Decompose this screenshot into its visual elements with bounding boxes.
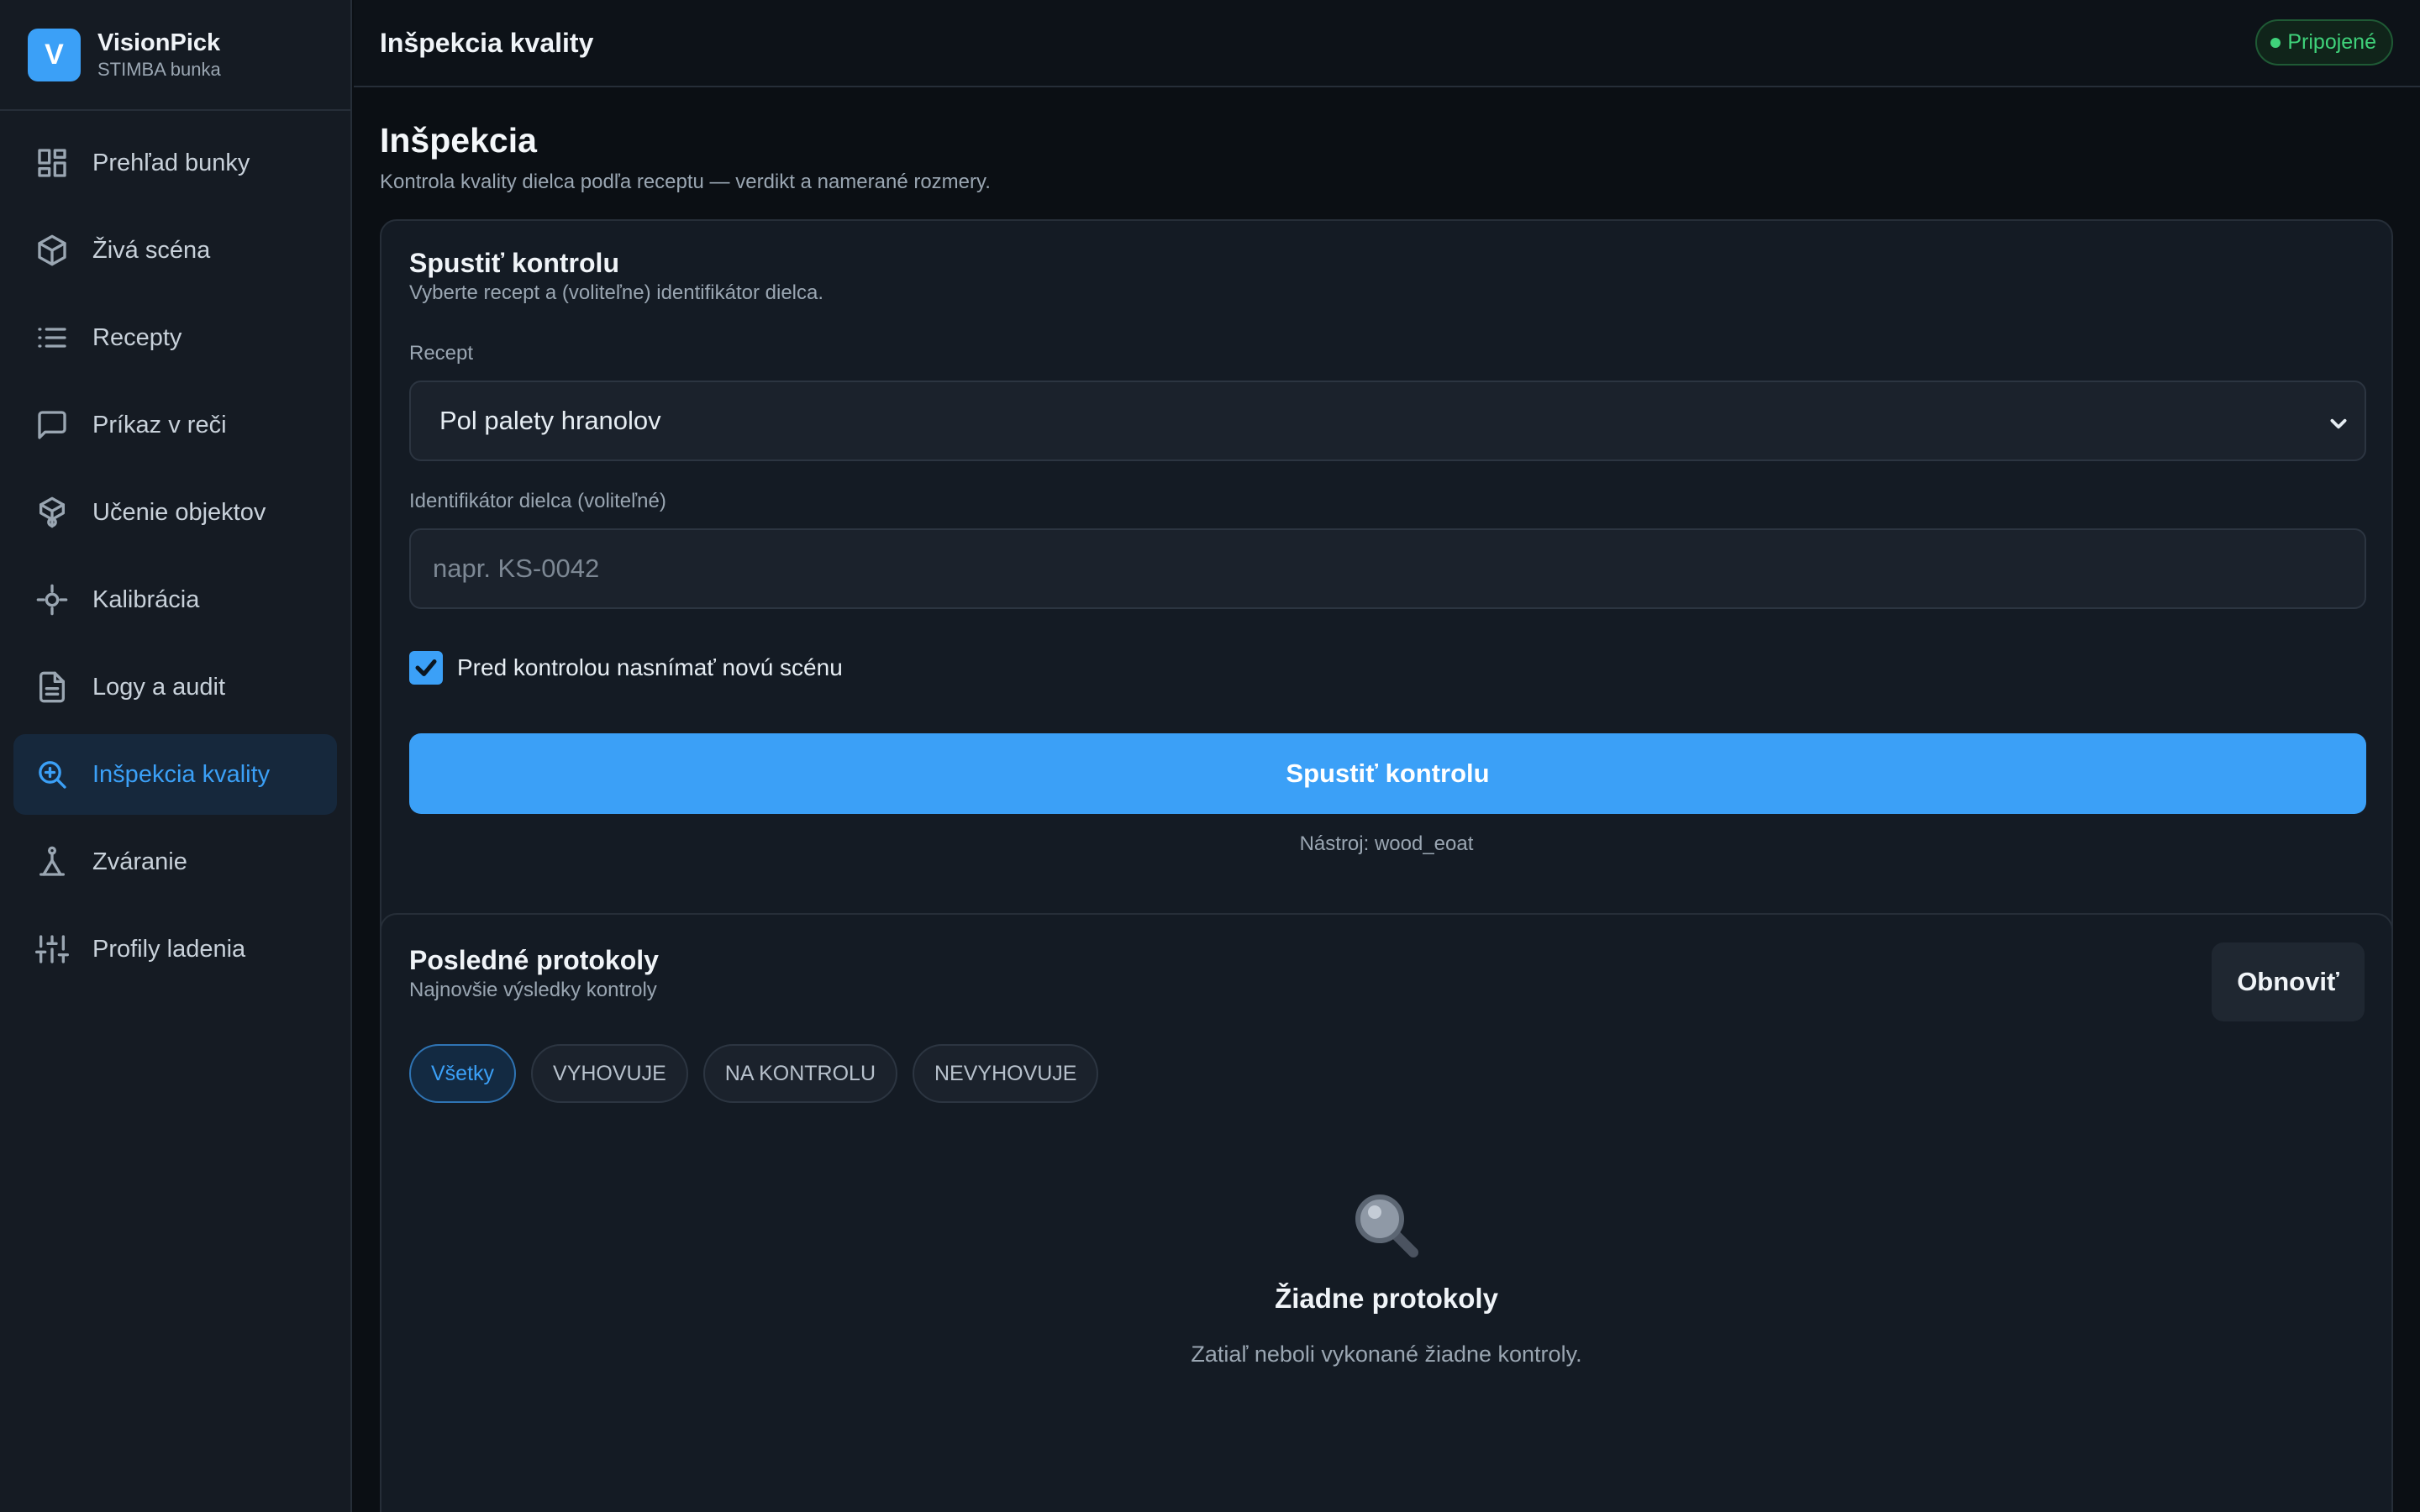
sidebar-item-label: Kalibrácia xyxy=(92,585,200,613)
protocols-card-subtitle: Najnovšie výsledky kontroly xyxy=(409,979,657,1001)
main-content: Inšpekcia Kontrola kvality dielca podľa … xyxy=(380,87,2393,1512)
sidebar-item-prikaz-v-reci[interactable]: Príkaz v reči xyxy=(13,385,337,465)
refresh-button[interactable]: Obnoviť xyxy=(2212,942,2365,1021)
sidebar-item-label: Recepty xyxy=(92,323,182,351)
recipe-label: Recept xyxy=(409,342,474,365)
filter-chips: Všetky VYHOVUJE NA KONTROLU NEVYHOVUJE xyxy=(409,1044,1099,1103)
sidebar-item-label: Logy a audit xyxy=(92,673,226,701)
checkmark-icon xyxy=(415,659,437,676)
sidebar-item-kalibracia[interactable]: Kalibrácia xyxy=(13,559,337,640)
sidebar: V VisionPick STIMBA bunka Prehľad bunky … xyxy=(0,0,352,1512)
status-dot-icon xyxy=(2270,37,2281,48)
sidebar-item-label: Inšpekcia kvality xyxy=(92,760,271,788)
recent-protocols-card: Posledné protokoly Najnovšie výsledky ko… xyxy=(380,913,2393,1512)
chevron-down-icon xyxy=(2328,411,2349,433)
run-card-title: Spustiť kontrolu xyxy=(409,248,619,278)
brand-logo: V xyxy=(28,28,81,81)
sidebar-item-recepty[interactable]: Recepty xyxy=(13,297,337,378)
file-text-icon xyxy=(34,669,71,706)
filter-chip-pass[interactable]: VYHOVUJE xyxy=(531,1044,688,1103)
filter-chip-fail[interactable]: NEVYHOVUJE xyxy=(913,1044,1099,1103)
run-card-subtitle: Vyberte recept a (voliteľne) identifikát… xyxy=(409,281,824,304)
page-title: Inšpekcia xyxy=(380,121,537,160)
capture-scene-option[interactable]: Pred kontrolou nasnímať novú scénu xyxy=(409,651,843,685)
crosshair-icon xyxy=(34,581,71,618)
box-learn-icon xyxy=(34,494,71,531)
sidebar-nav: Prehľad bunky Živá scéna Recepty Príkaz … xyxy=(0,111,350,990)
filter-chip-review[interactable]: NA KONTROLU xyxy=(702,1044,897,1103)
sidebar-item-label: Učenie objektov xyxy=(92,498,266,526)
part-id-input[interactable] xyxy=(409,528,2366,609)
list-icon xyxy=(34,319,71,356)
connection-status-text: Pripojené xyxy=(2287,30,2376,54)
sidebar-item-label: Zváranie xyxy=(92,848,187,875)
sidebar-item-label: Prehľad bunky xyxy=(92,149,250,176)
zoom-icon xyxy=(34,756,71,793)
filter-chip-all[interactable]: Všetky xyxy=(409,1044,517,1103)
sidebar-item-label: Profily ladenia xyxy=(92,935,246,963)
empty-state-subtitle: Zatiaľ neboli vykonané žiadne kontroly. xyxy=(1191,1341,1582,1367)
recipe-select[interactable]: Pol palety hranolov xyxy=(409,381,2366,461)
run-inspection-button[interactable]: Spustiť kontrolu xyxy=(409,733,2366,814)
topbar: Inšpekcia kvality Pripojené xyxy=(354,0,2420,87)
message-icon xyxy=(34,407,71,444)
brand: V VisionPick STIMBA bunka xyxy=(0,0,350,111)
sidebar-item-logy-a-audit[interactable]: Logy a audit xyxy=(13,647,337,727)
sidebar-item-zvaranie[interactable]: Zváranie xyxy=(13,822,337,902)
part-id-label: Identifikátor dielca (voliteľné) xyxy=(409,490,666,512)
sidebar-item-ziva-scena[interactable]: Živá scéna xyxy=(13,210,337,291)
cube-icon xyxy=(34,232,71,269)
sidebar-item-label: Živá scéna xyxy=(92,236,211,264)
empty-state-title: Žiadne protokoly xyxy=(1275,1283,1498,1314)
run-inspection-card: Spustiť kontrolu Vyberte recept a (volit… xyxy=(380,219,2393,974)
tool-note: Nástroj: wood_eoat xyxy=(1299,832,1474,855)
magnifier-icon xyxy=(381,1192,2391,1263)
brand-subtitle: STIMBA bunka xyxy=(97,59,221,80)
connection-status-badge: Pripojené xyxy=(2255,19,2393,66)
sliders-icon xyxy=(34,931,71,968)
dashboard-icon xyxy=(34,144,71,181)
sidebar-item-profily-ladenia[interactable]: Profily ladenia xyxy=(13,909,337,990)
protocols-card-title: Posledné protokoly xyxy=(409,945,659,975)
capture-scene-checkbox[interactable] xyxy=(409,651,443,685)
capture-scene-label: Pred kontrolou nasnímať novú scénu xyxy=(457,654,843,680)
sidebar-item-prehlad-bunky[interactable]: Prehľad bunky xyxy=(13,123,337,203)
topbar-title: Inšpekcia kvality xyxy=(380,27,594,58)
sidebar-item-label: Príkaz v reči xyxy=(92,411,227,438)
brand-name: VisionPick xyxy=(97,29,221,56)
sidebar-item-inspekcia-kvality[interactable]: Inšpekcia kvality xyxy=(13,734,337,815)
page-subtitle: Kontrola kvality dielca podľa receptu — … xyxy=(380,171,991,193)
welding-icon xyxy=(34,843,71,880)
sidebar-item-ucenie-objektov[interactable]: Učenie objektov xyxy=(13,472,337,553)
recipe-select-value: Pol palety hranolov xyxy=(439,406,661,435)
